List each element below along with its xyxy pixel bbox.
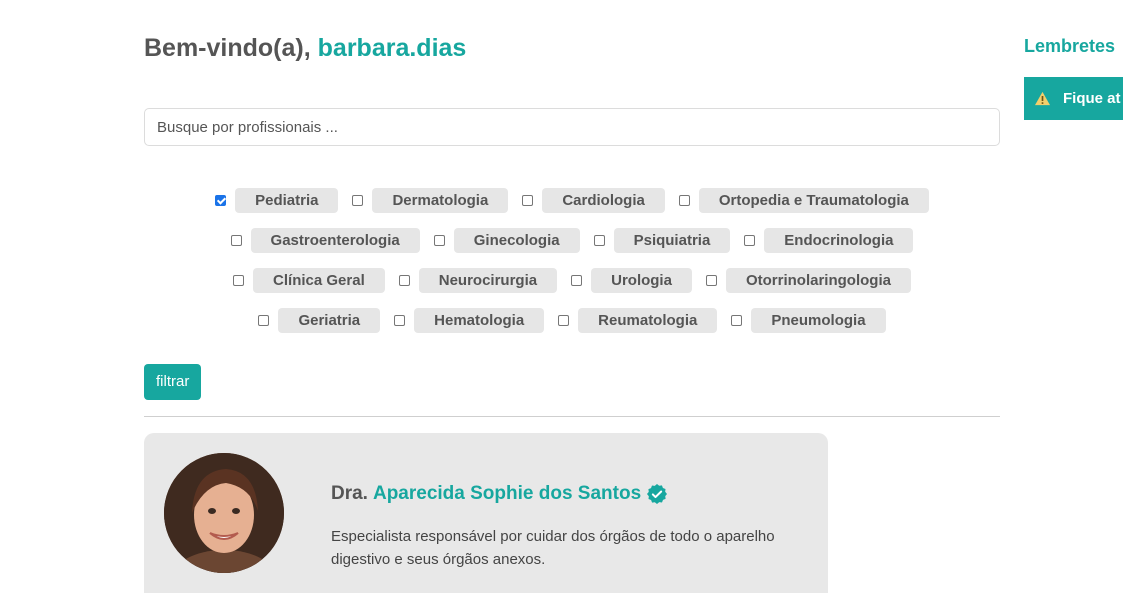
doctor-card[interactable]: Dra. Aparecida Sophie dos Santos Especia…: [144, 433, 828, 593]
filter-tag[interactable]: Hematologia: [414, 307, 545, 333]
avatar: [164, 453, 284, 573]
filter-option[interactable]: Geriatria: [258, 307, 381, 333]
filter-tag[interactable]: Ginecologia: [453, 227, 580, 253]
filter-tag[interactable]: Endocrinologia: [764, 227, 914, 253]
filter-option[interactable]: Otorrinolaringologia: [705, 267, 911, 293]
filter-checkbox[interactable]: [352, 194, 364, 206]
filter-tag[interactable]: Psiquiatria: [613, 227, 731, 253]
filter-option[interactable]: Neurocirurgia: [398, 267, 558, 293]
filter-option[interactable]: Cardiologia: [522, 187, 665, 213]
warning-icon: [1035, 91, 1050, 106]
filter-option[interactable]: Pediatria: [215, 187, 339, 213]
filter-checkbox[interactable]: [571, 274, 583, 286]
filter-option[interactable]: Psiquiatria: [593, 227, 731, 253]
filter-checkbox[interactable]: [558, 314, 570, 326]
doctor-name-link[interactable]: Aparecida Sophie dos Santos: [373, 483, 641, 505]
filter-checkbox[interactable]: [731, 314, 743, 326]
filter-tag[interactable]: Urologia: [591, 267, 692, 293]
greeting-text: Bem-vindo(a),: [144, 34, 311, 62]
filter-tag[interactable]: Gastroenterologia: [250, 227, 420, 253]
filter-option[interactable]: Dermatologia: [352, 187, 509, 213]
filter-checkbox[interactable]: [433, 234, 445, 246]
filter-row: Geriatria Hematologia Reumatologia Pneumolo…: [144, 300, 1000, 340]
filter-option[interactable]: Endocrinologia: [744, 227, 914, 253]
avatar-portrait: [164, 453, 284, 573]
filter-tag[interactable]: Cardiologia: [542, 187, 665, 213]
filter-checkbox[interactable]: [394, 314, 406, 326]
doctor-description: Especialista responsável por cuidar dos …: [331, 528, 775, 568]
filter-option[interactable]: Ortopedia e Traumatologia: [678, 187, 929, 213]
reminders-panel: Lembretes Fique at: [1024, 0, 1123, 566]
filter-tag[interactable]: Clínica Geral: [253, 267, 385, 293]
doctor-prefix: Dra.: [331, 483, 368, 504]
verified-badge-icon: [647, 484, 668, 504]
filter-checkbox[interactable]: [398, 274, 410, 286]
filter-option[interactable]: Gastroenterologia: [230, 227, 420, 253]
filter-tag[interactable]: Geriatria: [278, 307, 381, 333]
filter-checkbox[interactable]: [705, 274, 717, 286]
search-input[interactable]: [144, 108, 1000, 146]
filter-tag[interactable]: Neurocirurgia: [418, 267, 558, 293]
filter-checkbox[interactable]: [678, 194, 690, 206]
specialty-filters: Pediatria Dermatologia Cardiologia Ortopedi…: [144, 180, 1000, 340]
filter-option[interactable]: Ginecologia: [433, 227, 580, 253]
filter-tag[interactable]: Reumatologia: [578, 307, 718, 333]
filter-option[interactable]: Clínica Geral: [233, 267, 385, 293]
filter-checkbox[interactable]: [233, 274, 245, 286]
filter-tag[interactable]: Dermatologia: [372, 187, 509, 213]
filter-option[interactable]: Reumatologia: [558, 307, 718, 333]
filter-tag[interactable]: Pneumologia: [751, 307, 886, 333]
reminders-title: Lembretes: [1024, 36, 1116, 56]
filter-row: Pediatria Dermatologia Cardiologia Ortopedi…: [144, 180, 1000, 220]
doctor-name: Dra. Aparecida Sophie dos Santos: [331, 483, 668, 505]
username: barbara.dias: [317, 34, 467, 62]
reminder-alert[interactable]: Fique at: [1024, 77, 1123, 120]
filter-row: Clínica Geral Neurocirurgia Urologia Otorri…: [144, 260, 1000, 300]
filter-checkbox[interactable]: [522, 194, 534, 206]
filter-checkbox[interactable]: [593, 234, 605, 246]
filter-checkbox[interactable]: [230, 234, 242, 246]
welcome-heading: Bem-vindo(a), barbara.dias: [144, 34, 466, 63]
filter-row: Gastroenterologia Ginecologia Psiquiatria E…: [144, 220, 1000, 260]
filter-option[interactable]: Hematologia: [394, 307, 545, 333]
filter-checkbox[interactable]: [744, 234, 756, 246]
filter-tag[interactable]: Otorrinolaringologia: [725, 267, 911, 293]
filter-checkbox[interactable]: [215, 194, 227, 206]
filter-checkbox[interactable]: [258, 314, 270, 326]
filter-tag[interactable]: Ortopedia e Traumatologia: [698, 187, 929, 213]
reminder-alert-text: Fique at: [1063, 90, 1121, 107]
filter-option[interactable]: Urologia: [571, 267, 692, 293]
divider: [144, 416, 1000, 417]
filter-tag[interactable]: Pediatria: [235, 187, 339, 213]
filter-option[interactable]: Pneumologia: [731, 307, 886, 333]
filter-button[interactable]: filtrar: [144, 364, 202, 400]
